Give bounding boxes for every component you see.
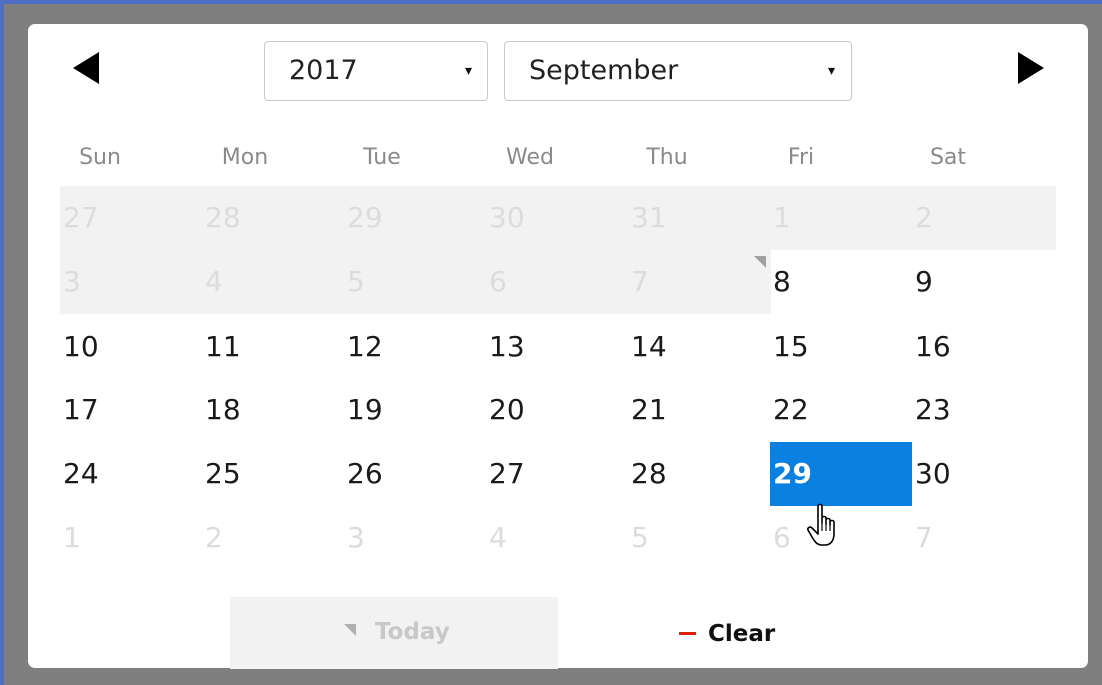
hand-cursor-icon	[807, 503, 835, 546]
day-cell: 27	[63, 201, 99, 234]
day-cell-next-month[interactable]: 4	[486, 506, 628, 570]
weekday-header: Fri	[787, 145, 815, 170]
day-cell[interactable]: 28	[628, 442, 770, 506]
day-cell[interactable]: 26	[344, 442, 486, 506]
day-cell-next-month[interactable]: 5	[628, 506, 770, 570]
month-select[interactable]: September ▾	[504, 41, 852, 101]
weekday-header: Tue	[363, 145, 401, 170]
day-cell[interactable]: 13	[486, 315, 628, 379]
day-cell-next-month[interactable]: 3	[344, 506, 486, 570]
prev-month-icon[interactable]	[73, 52, 99, 84]
day-cell[interactable]: 15	[770, 315, 912, 379]
year-value: 2017	[289, 55, 358, 86]
day-cell: 30	[489, 201, 525, 234]
clear-label: Clear	[708, 621, 776, 647]
day-cell[interactable]: 21	[628, 378, 770, 442]
month-value: September	[529, 55, 679, 86]
today-button[interactable]: Today	[230, 597, 558, 669]
day-cell[interactable]: 27	[486, 442, 628, 506]
day-cell: 2	[915, 201, 933, 234]
day-cell-selected[interactable]: 29	[770, 442, 912, 506]
day-cell[interactable]: 22	[770, 378, 912, 442]
clear-button[interactable]: Clear	[670, 610, 820, 656]
day-cell[interactable]: 18	[202, 378, 344, 442]
day-cell: 5	[347, 265, 365, 298]
day-cell: 3	[63, 265, 81, 298]
weekday-header: Sun	[79, 145, 121, 170]
minus-icon	[679, 632, 696, 635]
day-cell[interactable]: 16	[912, 315, 1054, 379]
weekday-header: Mon	[221, 145, 269, 170]
day-cell[interactable]: 17	[60, 378, 202, 442]
weekday-header: Thu	[646, 145, 688, 170]
weekday-header: Wed	[506, 145, 554, 170]
year-select[interactable]: 2017 ▾	[264, 41, 488, 101]
day-cell: 4	[205, 265, 223, 298]
day-cell[interactable]: 23	[912, 378, 1054, 442]
day-cell[interactable]: 24	[60, 442, 202, 506]
day-cell[interactable]: 11	[202, 315, 344, 379]
day-cell[interactable]: 8	[770, 250, 912, 314]
day-cell[interactable]: 10	[60, 315, 202, 379]
day-cell: 7	[631, 265, 649, 298]
day-cell-next-month[interactable]: 2	[202, 506, 344, 570]
dropdown-arrow-icon: ▾	[827, 63, 835, 79]
day-cell[interactable]: 12	[344, 315, 486, 379]
weekday-header: Sat	[929, 145, 967, 170]
day-cell: 29	[347, 201, 383, 234]
day-cell[interactable]: 25	[202, 442, 344, 506]
next-month-icon[interactable]	[1018, 52, 1044, 84]
today-marker-icon	[344, 624, 356, 636]
day-cell: 1	[773, 201, 791, 234]
dropdown-arrow-icon: ▾	[464, 63, 472, 79]
day-cell[interactable]: 20	[486, 378, 628, 442]
day-cell-next-month[interactable]: 7	[912, 506, 1054, 570]
day-cell: 31	[631, 201, 667, 234]
day-cell[interactable]: 14	[628, 315, 770, 379]
day-cell[interactable]: 19	[344, 378, 486, 442]
today-label: Today	[375, 619, 450, 645]
day-cell-next-month[interactable]: 1	[60, 506, 202, 570]
day-cell[interactable]: 9	[912, 250, 1054, 314]
day-cell[interactable]: 30	[912, 442, 1042, 506]
day-cell: 28	[205, 201, 241, 234]
day-cell: 6	[489, 265, 507, 298]
